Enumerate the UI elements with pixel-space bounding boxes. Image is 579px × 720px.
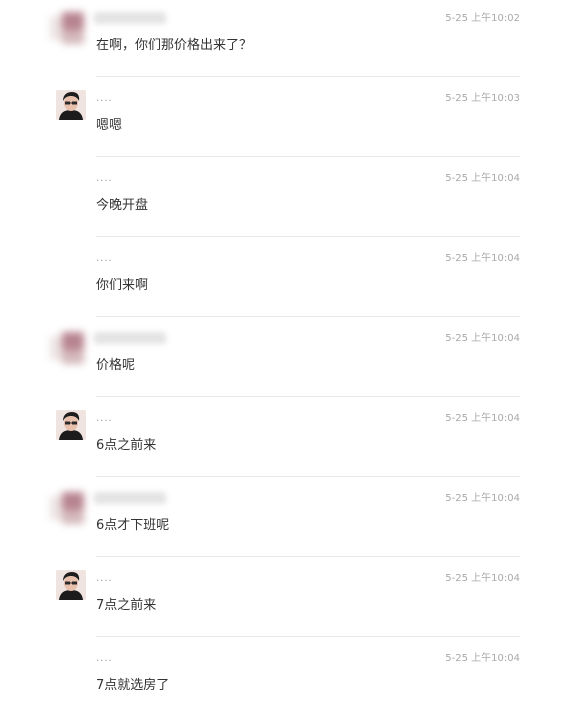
chat-message: 5-25 上午10:02 在啊，你们那价格出来了？ — [0, 0, 579, 80]
sender-name: .... — [96, 653, 113, 664]
message-divider — [96, 316, 520, 317]
avatar[interactable] — [56, 410, 86, 440]
message-timestamp: 5-25 上午10:04 — [445, 653, 520, 664]
sender-name: .... — [96, 413, 113, 424]
avatar-blurred[interactable] — [50, 10, 86, 44]
message-timestamp: 5-25 上午10:03 — [445, 93, 520, 104]
message-divider — [96, 156, 520, 157]
sender-name-blurred — [94, 12, 166, 24]
chat-message: 5-25 上午10:04 6点才下班呢 — [0, 480, 579, 560]
sender-name-blurred — [94, 332, 166, 344]
agent-avatar-icon — [56, 570, 86, 600]
chat-message: 5-25 上午10:04 价格呢 — [0, 320, 579, 400]
message-timestamp: 5-25 上午10:04 — [445, 493, 520, 504]
sender-name: .... — [96, 173, 113, 184]
message-text: 你们来啊 — [96, 278, 149, 293]
message-text: 嗯嗯 — [96, 118, 123, 133]
avatar[interactable] — [56, 570, 86, 600]
avatar-blurred[interactable] — [50, 490, 86, 524]
message-divider — [96, 636, 520, 637]
message-text: 7点之前来 — [96, 598, 157, 613]
message-text: 6点之前来 — [96, 438, 157, 453]
message-divider — [96, 476, 520, 477]
message-timestamp: 5-25 上午10:04 — [445, 333, 520, 344]
message-divider — [96, 556, 520, 557]
chat-message: .... 5-25 上午10:04 7点之前来 — [0, 560, 579, 640]
message-timestamp: 5-25 上午10:04 — [445, 173, 520, 184]
sender-name: .... — [96, 93, 113, 104]
message-timestamp: 5-25 上午10:04 — [445, 413, 520, 424]
message-text: 在啊，你们那价格出来了？ — [96, 38, 253, 53]
message-text: 7点就选房了 — [96, 678, 170, 693]
message-timestamp: 5-25 上午10:04 — [445, 573, 520, 584]
message-text: 今晚开盘 — [96, 198, 149, 213]
chat-message: .... 5-25 上午10:04 你们来啊 — [0, 240, 579, 320]
message-text: 6点才下班呢 — [96, 518, 170, 533]
chat-message: .... 5-25 上午10:04 今晚开盘 — [0, 160, 579, 240]
message-timestamp: 5-25 上午10:04 — [445, 253, 520, 264]
avatar[interactable] — [56, 90, 86, 120]
sender-name-blurred — [94, 492, 166, 504]
message-divider — [96, 396, 520, 397]
message-text: 价格呢 — [96, 358, 136, 373]
message-divider — [96, 76, 520, 77]
chat-message: .... 5-25 上午10:04 6点之前来 — [0, 400, 579, 480]
chat-message: .... 5-25 上午10:03 嗯嗯 — [0, 80, 579, 160]
chat-history-list: 5-25 上午10:02 在啊，你们那价格出来了？ .... 5-25 上午10… — [0, 0, 579, 720]
chat-message: .... 5-25 上午10:04 7点就选房了 — [0, 640, 579, 720]
sender-name: .... — [96, 573, 113, 584]
agent-avatar-icon — [56, 410, 86, 440]
message-divider — [96, 236, 520, 237]
agent-avatar-icon — [56, 90, 86, 120]
message-timestamp: 5-25 上午10:02 — [445, 13, 520, 24]
avatar-blurred[interactable] — [50, 330, 86, 364]
sender-name: .... — [96, 253, 113, 264]
